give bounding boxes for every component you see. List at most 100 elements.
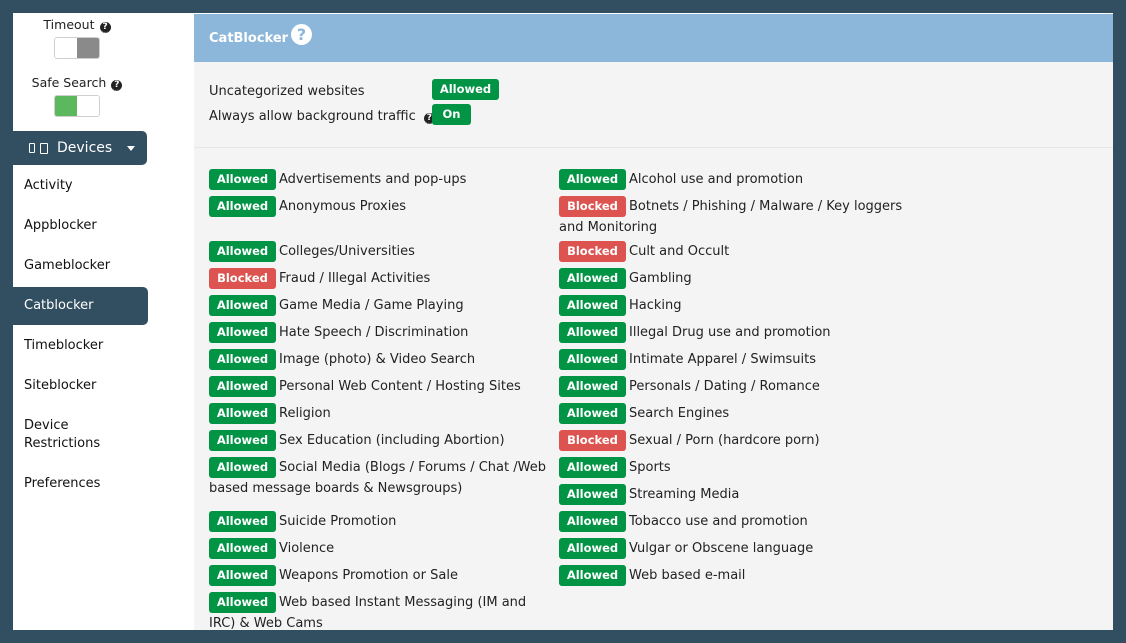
category-row: Allowed Image (photo) & Video Search xyxy=(209,349,554,370)
category-row: Allowed Hacking xyxy=(559,295,904,316)
category-status-toggle[interactable]: Blocked xyxy=(559,241,626,262)
category-row: Allowed Game Media / Game Playing xyxy=(209,295,554,316)
phone-icon xyxy=(29,143,35,153)
sidebar: Timeout ? Safe Search ? Devices Activity… xyxy=(13,13,194,630)
category-row: Blocked Botnets / Phishing / Malware / Ke… xyxy=(559,196,904,238)
category-status-toggle[interactable]: Blocked xyxy=(559,430,626,451)
category-status-toggle[interactable]: Allowed xyxy=(209,538,276,559)
category-row: Allowed Web based e-mail xyxy=(559,565,904,586)
category-row: Allowed Tobacco use and promotion xyxy=(559,511,904,532)
category-row: Allowed Personal Web Content / Hosting Si… xyxy=(209,376,554,397)
category-row: Allowed Gambling xyxy=(559,268,904,289)
sidebar-item-preferences[interactable]: Preferences xyxy=(13,475,148,493)
category-name: Illegal Drug use and promotion xyxy=(629,325,831,340)
category-status-toggle[interactable]: Allowed xyxy=(209,376,276,397)
devices-dropdown-button[interactable]: Devices xyxy=(13,131,147,165)
category-row: Allowed Search Engines xyxy=(559,403,904,424)
category-status-toggle[interactable]: Allowed xyxy=(209,403,276,424)
category-row: Allowed Weapons Promotion or Sale xyxy=(209,565,554,586)
safe-search-setting: Safe Search ? xyxy=(13,72,141,117)
category-name: Weapons Promotion or Sale xyxy=(279,568,458,583)
category-name: Colleges/Universities xyxy=(279,244,415,259)
sidebar-item-device-restrictions[interactable]: Device Restrictions xyxy=(13,417,103,453)
devices-label: Devices xyxy=(57,140,113,156)
category-status-toggle[interactable]: Allowed xyxy=(559,565,626,586)
timeout-setting: Timeout ? xyxy=(13,14,141,59)
category-status-toggle[interactable]: Allowed xyxy=(209,169,276,190)
help-icon[interactable]: ? xyxy=(111,80,123,91)
category-status-toggle[interactable]: Blocked xyxy=(559,196,626,217)
category-status-toggle[interactable]: Allowed xyxy=(209,457,276,478)
category-name: Game Media / Game Playing xyxy=(279,298,464,313)
category-name: Fraud / Illegal Activities xyxy=(279,271,431,286)
category-status-toggle[interactable]: Allowed xyxy=(559,169,626,190)
category-status-toggle[interactable]: Allowed xyxy=(559,538,626,559)
category-row: Allowed Illegal Drug use and promotion xyxy=(559,322,904,343)
category-name: Intimate Apparel / Swimsuits xyxy=(629,352,816,367)
tablet-icon xyxy=(40,142,48,154)
panel-title: CatBlocker xyxy=(209,30,289,46)
category-row: Allowed Social Media (Blogs / Forums / Ch… xyxy=(209,457,554,499)
timeout-label: Timeout xyxy=(43,17,95,32)
category-status-toggle[interactable]: Allowed xyxy=(209,295,276,316)
category-name: Anonymous Proxies xyxy=(279,199,407,214)
category-name: Web based e-mail xyxy=(629,568,746,583)
category-status-toggle[interactable]: Blocked xyxy=(209,268,276,289)
category-row: Allowed Sex Education (including Abortion… xyxy=(209,430,554,451)
catblocker-panel: CatBlocker ? Uncategorized websites Allo… xyxy=(194,13,1113,630)
category-status-toggle[interactable]: Allowed xyxy=(559,349,626,370)
help-icon[interactable]: ? xyxy=(291,23,313,45)
category-status-toggle[interactable]: Allowed xyxy=(209,430,276,451)
category-status-toggle[interactable]: Allowed xyxy=(209,565,276,586)
sidebar-item-catblocker[interactable]: Catblocker xyxy=(13,287,148,325)
category-name: Advertisements and pop-ups xyxy=(279,172,467,187)
uncategorized-toggle-button[interactable]: Allowed xyxy=(432,79,499,100)
sidebar-item-gameblocker[interactable]: Gameblocker xyxy=(13,257,148,275)
category-status-toggle[interactable]: Allowed xyxy=(209,592,276,613)
category-row: Blocked Sexual / Porn (hardcore porn) xyxy=(559,430,904,451)
category-name: Cult and Occult xyxy=(629,244,730,259)
sidebar-item-timeblocker[interactable]: Timeblocker xyxy=(13,337,148,355)
category-name: Sports xyxy=(629,460,671,475)
category-row: Blocked Fraud / Illegal Activities xyxy=(209,268,554,289)
help-icon[interactable]: ? xyxy=(99,22,111,33)
uncategorized-label: Uncategorized websites xyxy=(209,84,365,99)
category-status-toggle[interactable]: Allowed xyxy=(209,349,276,370)
category-status-toggle[interactable]: Allowed xyxy=(559,484,626,505)
category-status-toggle[interactable]: Allowed xyxy=(559,457,626,478)
category-status-toggle[interactable]: Allowed xyxy=(559,376,626,397)
category-row: Allowed Advertisements and pop-ups xyxy=(209,169,554,190)
category-name: Sex Education (including Abortion) xyxy=(279,433,505,448)
category-name: Search Engines xyxy=(629,406,730,421)
sidebar-item-activity[interactable]: Activity xyxy=(13,177,148,195)
category-row: Allowed Web based Instant Messaging (IM a… xyxy=(209,592,554,630)
safe-search-toggle[interactable] xyxy=(54,95,100,117)
background-traffic-toggle-button[interactable]: On xyxy=(432,104,471,125)
sidebar-item-appblocker[interactable]: Appblocker xyxy=(13,217,148,235)
category-row: Allowed Suicide Promotion xyxy=(209,511,554,532)
category-row: Allowed Alcohol use and promotion xyxy=(559,169,904,190)
background-traffic-label: Always allow background traffic xyxy=(209,109,416,124)
sidebar-item-siteblocker[interactable]: Siteblocker xyxy=(13,377,148,395)
category-name: Alcohol use and promotion xyxy=(629,172,804,187)
timeout-toggle[interactable] xyxy=(54,37,100,59)
category-row: Allowed Religion xyxy=(209,403,554,424)
category-name: Image (photo) & Video Search xyxy=(279,352,476,367)
category-status-toggle[interactable]: Allowed xyxy=(209,322,276,343)
category-status-toggle[interactable]: Allowed xyxy=(209,241,276,262)
category-row: Allowed Hate Speech / Discrimination xyxy=(209,322,554,343)
category-status-toggle[interactable]: Allowed xyxy=(559,403,626,424)
category-status-toggle[interactable]: Allowed xyxy=(559,295,626,316)
category-status-toggle[interactable]: Allowed xyxy=(559,322,626,343)
category-status-toggle[interactable]: Allowed xyxy=(209,196,276,217)
category-name: Tobacco use and promotion xyxy=(629,514,808,529)
category-name: Suicide Promotion xyxy=(279,514,397,529)
category-status-toggle[interactable]: Allowed xyxy=(559,268,626,289)
uncategorized-setting: Uncategorized websites xyxy=(209,84,364,99)
category-row: Allowed Vulgar or Obscene language xyxy=(559,538,904,559)
category-status-toggle[interactable]: Allowed xyxy=(209,511,276,532)
category-name: Religion xyxy=(279,406,331,421)
category-row: Allowed Sports xyxy=(559,457,904,478)
background-traffic-setting: Always allow background traffic ? xyxy=(209,109,435,124)
category-status-toggle[interactable]: Allowed xyxy=(559,511,626,532)
